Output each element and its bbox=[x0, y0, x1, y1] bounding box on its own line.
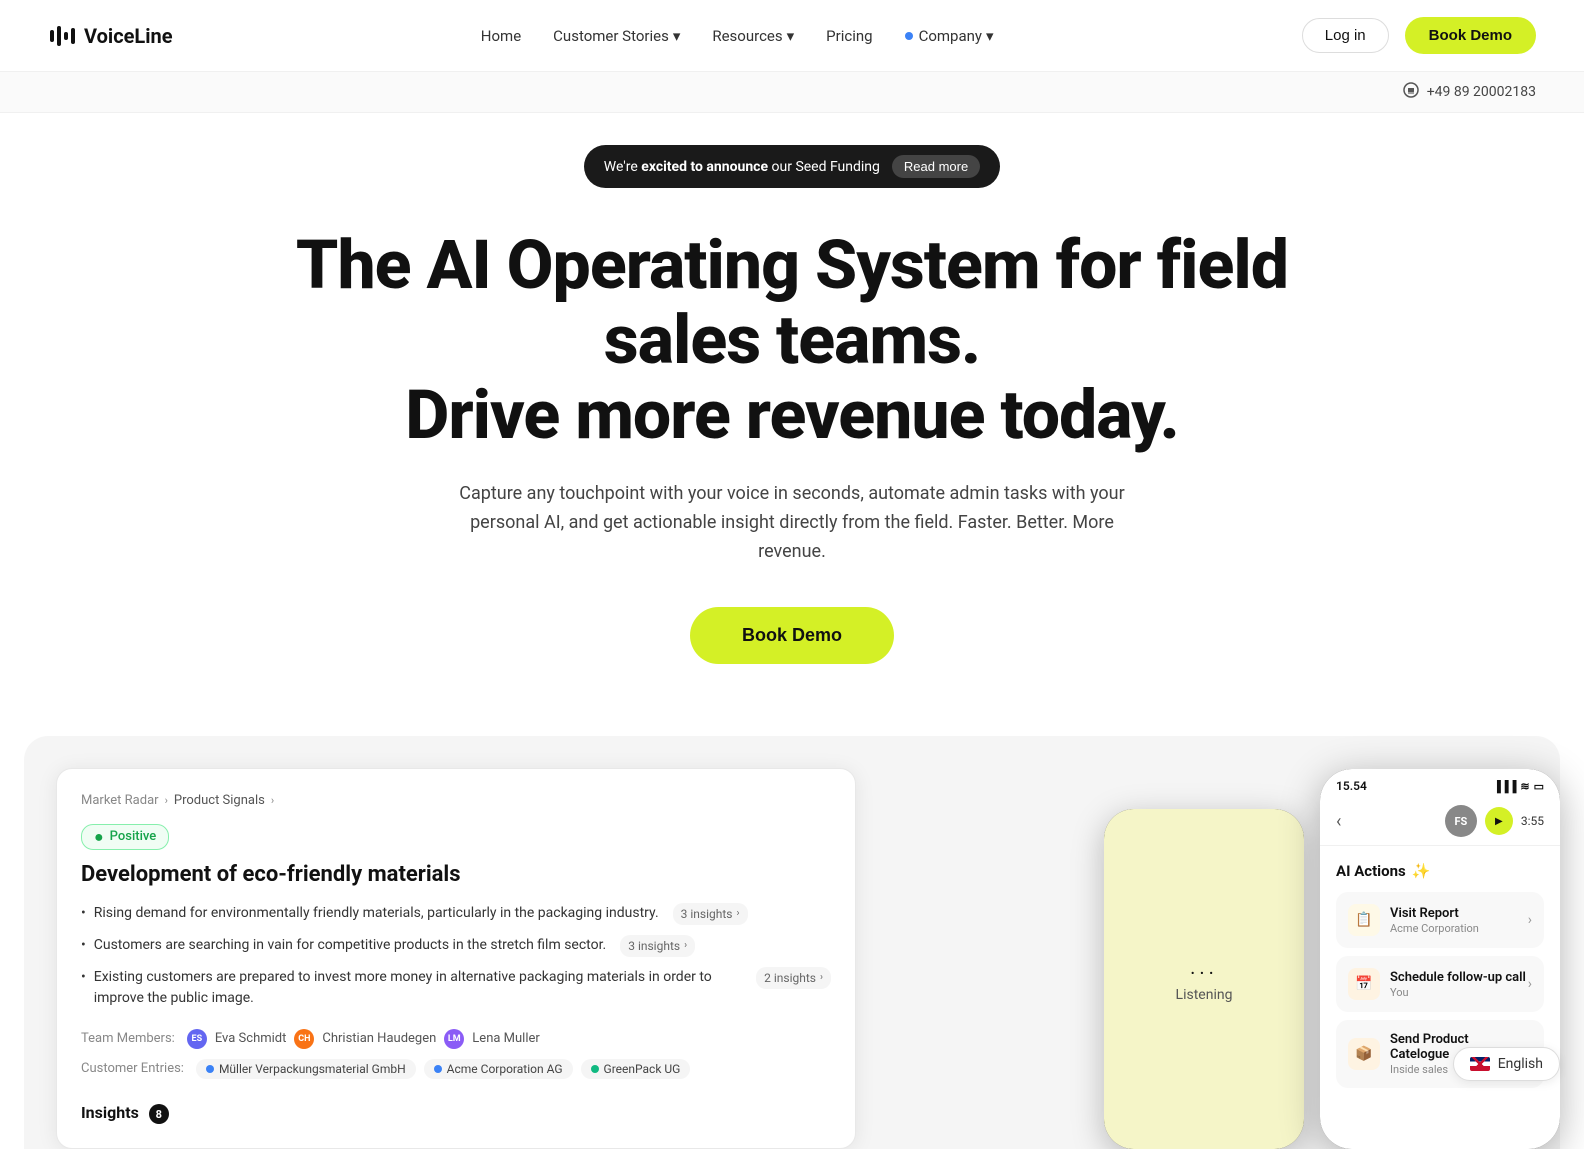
recording-duration: 3:55 bbox=[1521, 814, 1544, 828]
nav-customer-stories[interactable]: Customer Stories ▾ bbox=[553, 27, 680, 45]
team-member-name: Christian Haudegen bbox=[322, 1031, 436, 1046]
team-member-name: Eva Schmidt bbox=[215, 1031, 287, 1046]
nav-home[interactable]: Home bbox=[481, 27, 521, 45]
nav-actions: Log in Book Demo bbox=[1302, 17, 1536, 54]
announcement-text: We're excited to announce our Seed Fundi… bbox=[604, 159, 880, 175]
chevron-down-icon: ▾ bbox=[787, 27, 795, 45]
phone-number: +49 89 20002183 bbox=[1427, 84, 1536, 100]
team-row: Team Members: ES Eva Schmidt CH Christia… bbox=[81, 1029, 831, 1049]
catalogue-icon: 📦 bbox=[1348, 1038, 1380, 1070]
nav-links: Home Customer Stories ▾ Resources ▾ Pric… bbox=[481, 27, 994, 45]
avatar: LM bbox=[444, 1029, 464, 1049]
phone-listening: ... Listening bbox=[1104, 809, 1304, 1149]
phone-mockups: ... Listening 15.54 ▐▐▐ ≋ ▭ ‹ FS ▶ 3:55 bbox=[1104, 769, 1560, 1149]
breadcrumb-separator: › bbox=[165, 794, 168, 807]
bullet-list: Rising demand for environmentally friend… bbox=[81, 903, 831, 1009]
book-demo-nav-button[interactable]: Book Demo bbox=[1405, 17, 1536, 54]
navigation: VoiceLine Home Customer Stories ▾ Resour… bbox=[0, 0, 1584, 72]
chevron-right-icon: › bbox=[1528, 912, 1532, 928]
chevron-down-icon: ▾ bbox=[986, 27, 994, 45]
ai-actions-title: AI Actions ✨ bbox=[1336, 862, 1544, 880]
play-button[interactable]: ▶ bbox=[1485, 807, 1513, 835]
phone-bar: +49 89 20002183 bbox=[0, 72, 1584, 113]
logo-icon bbox=[48, 22, 76, 50]
signal-icon: ▐▐▐ bbox=[1493, 780, 1516, 793]
language-selector[interactable]: English bbox=[1453, 1047, 1560, 1081]
demo-section: Market Radar › Product Signals › ● Posit… bbox=[24, 736, 1560, 1149]
positive-dot: ● bbox=[94, 829, 104, 845]
phone-icon bbox=[1403, 82, 1419, 102]
breadcrumb: Market Radar › Product Signals › bbox=[81, 793, 831, 808]
listening-dots: ... bbox=[1190, 955, 1218, 979]
action-subtitle: Acme Corporation bbox=[1390, 922, 1479, 935]
insight-badge[interactable]: 3 insights › bbox=[620, 935, 695, 957]
list-item: Rising demand for environmentally friend… bbox=[81, 903, 831, 925]
insights-footer: Insights 8 bbox=[81, 1103, 831, 1125]
hero-section: The AI Operating System for field sales … bbox=[0, 188, 1584, 688]
customer-row: Customer Entries: Müller Verpackungsmate… bbox=[81, 1059, 831, 1079]
visit-report-icon: 📋 bbox=[1348, 904, 1380, 936]
action-card-followup[interactable]: 📅 Schedule follow-up call You › bbox=[1336, 956, 1544, 1012]
insights-count-badge: 8 bbox=[149, 1104, 169, 1124]
action-subtitle: You bbox=[1390, 986, 1526, 999]
breadcrumb-item-product-signals: Product Signals bbox=[174, 793, 265, 808]
phone-time: 15.54 bbox=[1336, 779, 1367, 793]
breadcrumb-item-market-radar: Market Radar bbox=[81, 793, 159, 808]
insight-badge[interactable]: 3 insights › bbox=[673, 903, 748, 925]
language-label: English bbox=[1498, 1056, 1543, 1072]
card-title: Development of eco-friendly materials bbox=[81, 862, 831, 887]
wifi-icon: ≋ bbox=[1520, 780, 1529, 793]
avatar: FS bbox=[1445, 805, 1477, 837]
customer-tag: Müller Verpackungsmaterial GmbH bbox=[196, 1059, 416, 1079]
status-icons: ▐▐▐ ≋ ▭ bbox=[1493, 780, 1544, 793]
notification-dot bbox=[905, 32, 913, 40]
nav-pricing[interactable]: Pricing bbox=[826, 27, 872, 45]
customer-dot bbox=[434, 1065, 442, 1073]
customer-tag: GreenPack UG bbox=[581, 1059, 691, 1079]
announcement-banner: We're excited to announce our Seed Fundi… bbox=[584, 145, 1000, 188]
back-arrow-icon[interactable]: ‹ bbox=[1336, 811, 1341, 832]
chevron-down-icon: ▾ bbox=[673, 27, 681, 45]
list-item: Existing customers are prepared to inves… bbox=[81, 967, 831, 1009]
phone-ai-actions: 15.54 ▐▐▐ ≋ ▭ ‹ FS ▶ 3:55 AI Actions bbox=[1320, 769, 1560, 1149]
chevron-right-icon: › bbox=[1528, 976, 1532, 992]
action-title: Visit Report bbox=[1390, 906, 1479, 921]
customer-tag: Acme Corporation AG bbox=[424, 1059, 573, 1079]
battery-icon: ▭ bbox=[1534, 780, 1544, 793]
followup-icon: 📅 bbox=[1348, 968, 1380, 1000]
insight-badge[interactable]: 2 insights › bbox=[756, 967, 831, 989]
customer-dot bbox=[206, 1065, 214, 1073]
logo[interactable]: VoiceLine bbox=[48, 22, 173, 50]
phone-header: ‹ FS ▶ 3:55 bbox=[1320, 797, 1560, 846]
flag-icon bbox=[1470, 1057, 1490, 1071]
avatar: CH bbox=[294, 1029, 314, 1049]
sparkle-icon: ✨ bbox=[1412, 862, 1431, 880]
phone-content: AI Actions ✨ 📋 Visit Report Acme Corpora… bbox=[1320, 846, 1560, 1149]
breadcrumb-end: › bbox=[271, 794, 274, 807]
read-more-button[interactable]: Read more bbox=[892, 155, 980, 178]
action-card-visit-report[interactable]: 📋 Visit Report Acme Corporation › bbox=[1336, 892, 1544, 948]
nav-company[interactable]: Company ▾ bbox=[905, 27, 994, 45]
customer-dot bbox=[591, 1065, 599, 1073]
hero-subtext: Capture any touchpoint with your voice i… bbox=[442, 480, 1142, 566]
phone-statusbar: 15.54 ▐▐▐ ≋ ▭ bbox=[1320, 769, 1560, 797]
customer-label: Customer Entries: bbox=[81, 1061, 184, 1076]
book-demo-hero-button[interactable]: Book Demo bbox=[690, 607, 894, 664]
list-item: Customers are searching in vain for comp… bbox=[81, 935, 831, 957]
desktop-panel: Market Radar › Product Signals › ● Posit… bbox=[56, 768, 856, 1149]
team-member-name: Lena Muller bbox=[472, 1031, 540, 1046]
team-label: Team Members: bbox=[81, 1031, 175, 1046]
login-button[interactable]: Log in bbox=[1302, 18, 1389, 53]
avatar: ES bbox=[187, 1029, 207, 1049]
positive-badge: ● Positive bbox=[81, 824, 169, 850]
nav-resources[interactable]: Resources ▾ bbox=[712, 27, 794, 45]
action-title: Schedule follow-up call bbox=[1390, 970, 1526, 985]
hero-headline: The AI Operating System for field sales … bbox=[242, 228, 1342, 452]
listening-label: Listening bbox=[1176, 987, 1233, 1003]
